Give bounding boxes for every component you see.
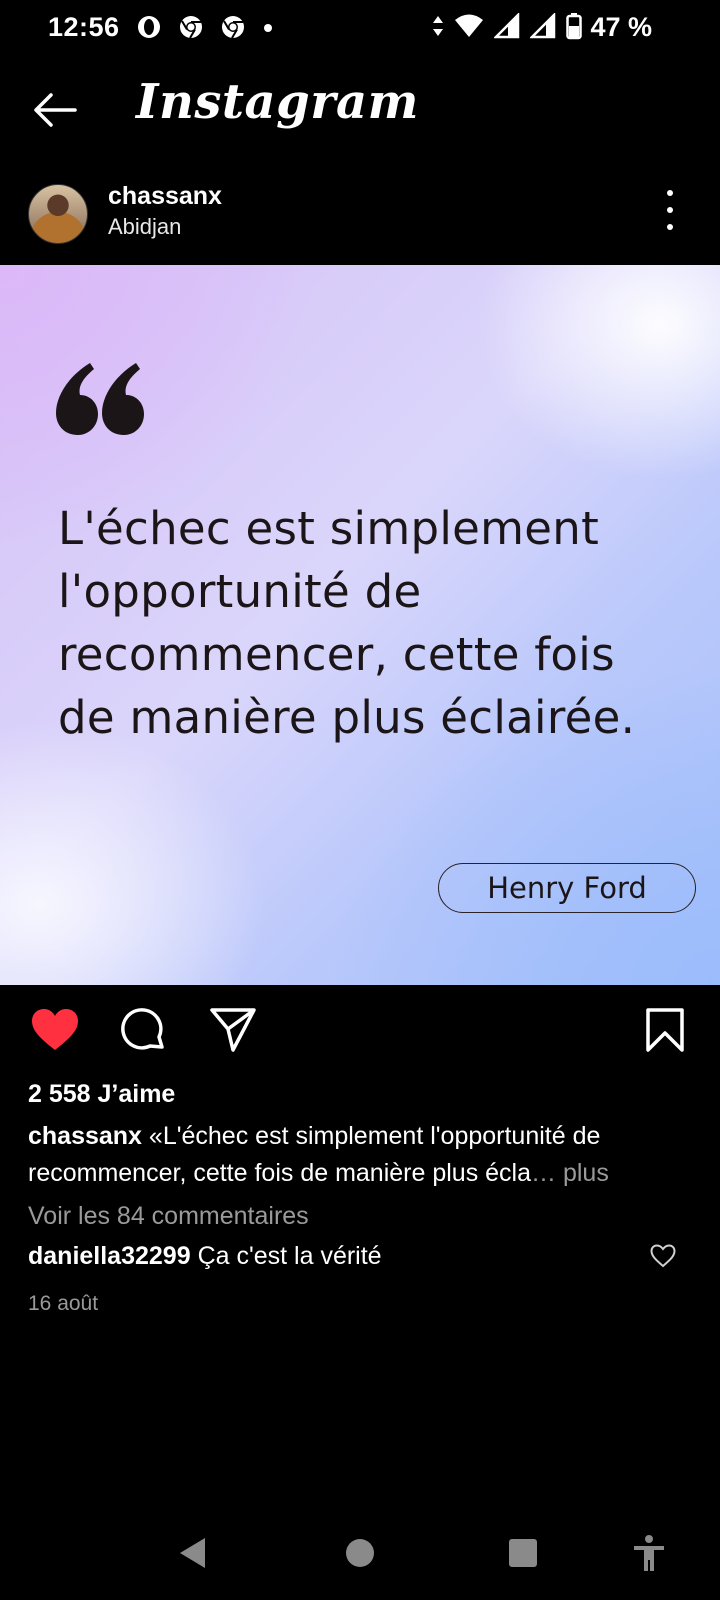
triangle-back-icon (180, 1538, 205, 1568)
avatar[interactable] (28, 184, 88, 244)
comment-text: Ça c'est la vérité (197, 1242, 382, 1270)
post-date: 16 août (28, 1292, 99, 1315)
more-dot (667, 224, 673, 230)
share-button[interactable] (206, 1003, 260, 1057)
post-username[interactable]: chassanx (108, 182, 222, 211)
opera-icon (138, 16, 160, 38)
battery-icon (566, 13, 582, 40)
wifi-icon (455, 14, 483, 37)
back-button[interactable] (24, 84, 84, 136)
accessibility-button[interactable] (624, 1528, 674, 1578)
back-arrow-icon (34, 93, 77, 127)
signal-icon (494, 13, 520, 39)
comment-row: daniella32299 Ça c'est la vérité (28, 1242, 382, 1271)
data-arrows-icon (433, 16, 443, 36)
status-time: 12:56 (48, 12, 120, 42)
nav-back-button[interactable] (168, 1528, 218, 1578)
comment-button[interactable] (116, 1003, 170, 1057)
view-comments-link[interactable]: Voir les 84 commentaires (28, 1202, 309, 1231)
likes-count[interactable]: 2 558 J’aime (28, 1080, 175, 1109)
instagram-logo: Instagram (136, 74, 419, 130)
signal-icon (530, 13, 556, 39)
square-recents-icon (509, 1539, 537, 1567)
post-image[interactable]: L'échec est simplement l'opportunité de … (0, 265, 720, 985)
circle-home-icon (346, 1539, 374, 1567)
quote-author: Henry Ford (438, 863, 696, 913)
comment-username[interactable]: daniella32299 (28, 1242, 191, 1270)
quote-line: recommencer, cette fois (58, 628, 615, 681)
send-icon (210, 1008, 256, 1052)
status-notification-icons (136, 14, 274, 40)
quote-line: l'opportunité de (58, 565, 422, 618)
more-dots-icon (667, 190, 673, 196)
more-dot (667, 207, 673, 213)
caption-more-link[interactable]: plus (563, 1159, 609, 1187)
comment-heart-icon[interactable] (650, 1244, 676, 1268)
caption-username[interactable]: chassanx (28, 1122, 142, 1150)
notification-dot-icon (264, 24, 272, 32)
like-button[interactable] (28, 1003, 82, 1057)
post-location[interactable]: Abidjan (108, 214, 181, 240)
status-system-icons (432, 12, 582, 40)
status-bar: 12:56 47 % (0, 0, 720, 56)
post-caption[interactable]: chassanx «L'échec est simplement l'oppor… (28, 1118, 692, 1192)
post-actions (0, 995, 720, 1065)
caption-ellipsis: … (531, 1159, 557, 1187)
top-app-bar: Instagram (0, 60, 720, 156)
save-button[interactable] (638, 1003, 692, 1057)
more-options-button[interactable] (660, 190, 680, 230)
bookmark-icon (646, 1008, 684, 1052)
battery-percent: 47 % (590, 12, 652, 42)
nav-home-button[interactable] (335, 1528, 385, 1578)
quote-text: L'échec est simplement l'opportunité de … (58, 497, 678, 749)
quote-line: de manière plus éclairée. (58, 691, 636, 744)
post-header: chassanx Abidjan (0, 172, 720, 252)
comment-icon (121, 1008, 164, 1050)
accessibility-icon (634, 1535, 664, 1571)
quotation-mark-icon (56, 363, 144, 435)
heart-filled-icon (32, 1009, 78, 1050)
quote-line: L'échec est simplement (58, 502, 600, 555)
system-nav-bar (0, 1510, 720, 1600)
chrome-icon (222, 16, 244, 39)
chrome-icon (180, 16, 202, 39)
nav-recents-button[interactable] (498, 1528, 548, 1578)
